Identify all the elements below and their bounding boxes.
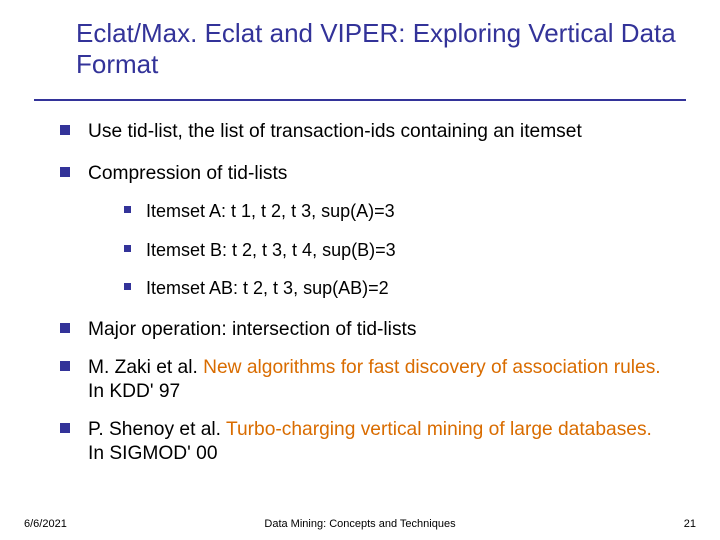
title-underline [34,99,686,101]
sub-bullet-item: Itemset A: t 1, t 2, t 3, sup(A)=3 [124,200,670,223]
bullet-text-prefix: M. Zaki et al. [88,357,203,378]
square-bullet-icon [124,206,131,213]
sub-bullet-text: Itemset B: t 2, t 3, t 4, sup(B)=3 [146,240,396,260]
bullet-item: Compression of tid-lists Itemset A: t 1,… [60,162,670,300]
bullet-text-suffix: In KDD' 97 [88,381,180,402]
footer-title: Data Mining: Concepts and Techniques [0,518,720,530]
bullet-text: Major operation: intersection of tid-lis… [88,319,416,340]
sub-bullet-item: Itemset AB: t 2, t 3, sup(AB)=2 [124,277,670,300]
square-bullet-icon [60,125,70,135]
bullet-text: Compression of tid-lists [88,163,287,184]
slide-title: Eclat/Max. Eclat and VIPER: Exploring Ve… [76,18,676,79]
square-bullet-icon [60,167,70,177]
reference-title: Turbo-charging vertical mining of large … [226,419,652,440]
bullet-text: Use tid-list, the list of transaction-id… [88,121,582,142]
slide: Eclat/Max. Eclat and VIPER: Exploring Ve… [0,0,720,540]
bullet-item: P. Shenoy et al. Turbo-charging vertical… [60,418,670,466]
slide-body: Use tid-list, the list of transaction-id… [60,120,670,484]
footer-page-number: 21 [684,518,696,530]
square-bullet-icon [60,361,70,371]
square-bullet-icon [124,245,131,252]
bullet-item: Use tid-list, the list of transaction-id… [60,120,670,144]
square-bullet-icon [60,423,70,433]
sub-bullet-item: Itemset B: t 2, t 3, t 4, sup(B)=3 [124,239,670,262]
square-bullet-icon [124,283,131,290]
bullet-item: M. Zaki et al. New algorithms for fast d… [60,356,670,404]
reference-title: New algorithms for fast discovery of ass… [203,357,660,378]
bullet-text-suffix: In SIGMOD' 00 [88,443,218,464]
square-bullet-icon [60,323,70,333]
bullet-text-prefix: P. Shenoy et al. [88,419,226,440]
sub-bullet-text: Itemset AB: t 2, t 3, sup(AB)=2 [146,278,389,298]
bullet-item: Major operation: intersection of tid-lis… [60,318,670,342]
sub-list: Itemset A: t 1, t 2, t 3, sup(A)=3 Items… [124,200,670,300]
sub-bullet-text: Itemset A: t 1, t 2, t 3, sup(A)=3 [146,201,395,221]
